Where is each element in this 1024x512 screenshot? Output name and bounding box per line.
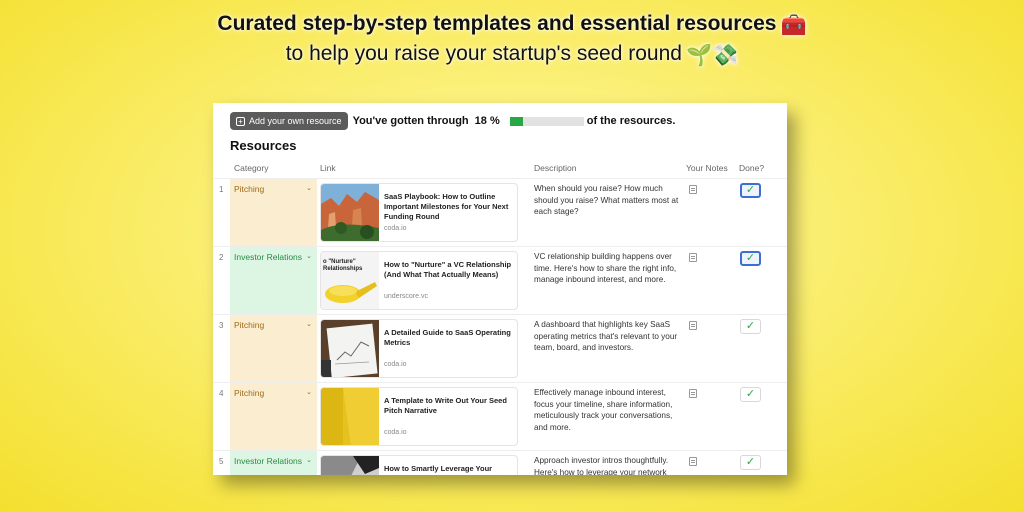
link-card[interactable]: o "Nurture" Relationships How to "Nurtur… <box>320 251 518 310</box>
column-header-description[interactable]: Description <box>534 163 577 173</box>
link-title: SaaS Playbook: How to Outline Important … <box>384 192 509 221</box>
link-thumbnail: o "Nurture" Relationships <box>321 252 379 309</box>
svg-text:Relationships: Relationships <box>323 266 363 272</box>
subheadline-text: to help you raise your startup's seed ro… <box>285 42 682 65</box>
done-checkbox[interactable]: ✓ <box>740 387 761 402</box>
link-card[interactable]: How to Smartly Leverage Your <box>320 455 518 475</box>
notes-icon[interactable] <box>689 389 697 398</box>
section-title: Resources <box>230 138 297 153</box>
link-host: coda.io <box>384 361 407 368</box>
category-select[interactable]: Pitching ⌄ <box>230 315 317 383</box>
notes-icon[interactable] <box>689 457 697 466</box>
table-row: 5 Investor Relations ⌄ How to Smartly Le… <box>213 450 787 475</box>
link-card[interactable]: SaaS Playbook: How to Outline Important … <box>320 183 518 242</box>
add-resource-button[interactable]: + Add your own resource <box>230 112 348 130</box>
table-row: 2 Investor Relations ⌄ o "Nurture" Relat… <box>213 246 787 315</box>
column-header-link[interactable]: Link <box>320 163 336 173</box>
link-card[interactable]: A Detailed Guide to SaaS Operating Metri… <box>320 319 518 378</box>
link-card[interactable]: A Template to Write Out Your Seed Pitch … <box>320 387 518 446</box>
subheadline: to help you raise your startup's seed ro… <box>0 42 1024 68</box>
link-thumbnail <box>321 320 379 377</box>
progress-bar <box>509 116 584 126</box>
link-host: coda.io <box>384 429 407 436</box>
description-cell: A dashboard that highlights key SaaS ope… <box>534 320 678 352</box>
category-label: Investor Relations <box>234 456 303 466</box>
done-checkbox[interactable]: ✓ <box>740 251 761 266</box>
row-number: 5 <box>219 457 224 466</box>
plus-icon: + <box>236 116 245 126</box>
chevron-down-icon: ⌄ <box>306 389 312 396</box>
link-host: coda.io <box>384 225 407 232</box>
row-number: 2 <box>219 253 224 262</box>
link-title: A Template to Write Out Your Seed Pitch … <box>384 396 507 415</box>
row-number: 3 <box>219 321 224 330</box>
chevron-down-icon: ⌄ <box>306 185 312 192</box>
notes-icon[interactable] <box>689 253 697 262</box>
done-checkbox[interactable]: ✓ <box>740 455 761 470</box>
add-resource-label: Add your own resource <box>249 116 342 126</box>
description-cell: Effectively manage inbound interest, foc… <box>534 388 673 432</box>
link-title: How to "Nurture" a VC Relationship (And … <box>384 260 512 279</box>
description-cell: Approach investor intros thoughtfully. H… <box>534 456 669 475</box>
svg-text:o "Nurture": o "Nurture" <box>323 259 356 265</box>
column-header-notes[interactable]: Your Notes <box>686 163 728 173</box>
link-host: underscore.vc <box>384 293 428 300</box>
notes-icon[interactable] <box>689 321 697 330</box>
row-number: 4 <box>219 389 224 398</box>
category-select[interactable]: Investor Relations ⌄ <box>230 247 317 315</box>
chevron-down-icon: ⌄ <box>306 253 312 260</box>
resources-doc: + Add your own resource You've gotten th… <box>213 103 787 475</box>
description-cell: When should you raise? How much should y… <box>534 184 679 216</box>
progress-bar-fill <box>509 116 524 126</box>
category-label: Pitching <box>234 388 265 398</box>
link-thumbnail <box>321 456 379 475</box>
progress-prefix: You've gotten through <box>352 115 469 127</box>
column-header-done[interactable]: Done? <box>739 163 764 173</box>
link-thumbnail <box>321 184 379 241</box>
notes-icon[interactable] <box>689 185 697 194</box>
headline: Curated step-by-step templates and essen… <box>0 12 1024 38</box>
chevron-down-icon: ⌄ <box>306 457 312 464</box>
category-select[interactable]: Investor Relations ⌄ <box>230 451 317 475</box>
money-icon: 💸 <box>712 44 739 67</box>
seedling-icon: 🌱 <box>685 44 713 67</box>
category-select[interactable]: Pitching ⌄ <box>230 179 317 247</box>
table-row: 3 Pitching ⌄ A Detailed Guide to SaaS Op… <box>213 314 787 383</box>
toolbox-icon: 🧰 <box>780 14 807 37</box>
description-cell: VC relationship building happens over ti… <box>534 252 677 284</box>
progress-suffix: of the resources. <box>586 115 676 127</box>
category-label: Investor Relations <box>234 252 303 262</box>
category-select[interactable]: Pitching ⌄ <box>230 383 317 451</box>
column-header-category[interactable]: Category <box>234 163 269 173</box>
chevron-down-icon: ⌄ <box>306 321 312 328</box>
progress-value: 18 % <box>474 115 500 127</box>
headline-text: Curated step-by-step templates and essen… <box>217 12 777 35</box>
row-number: 1 <box>219 185 224 194</box>
category-label: Pitching <box>234 184 265 194</box>
done-checkbox[interactable]: ✓ <box>740 319 761 334</box>
link-title: How to Smartly Leverage Your <box>384 464 493 473</box>
table-row: 4 Pitching ⌄ A Template to Write Out You… <box>213 382 787 451</box>
progress-summary: You've gotten through 18 % of the resour… <box>353 115 676 127</box>
table-row: 1 Pitching ⌄ SaaS Playbook: How to Outli… <box>213 178 787 247</box>
category-label: Pitching <box>234 320 265 330</box>
link-thumbnail <box>321 388 379 445</box>
done-checkbox[interactable]: ✓ <box>740 183 761 198</box>
link-title: A Detailed Guide to SaaS Operating Metri… <box>384 328 511 347</box>
toolbar: + Add your own resource You've gotten th… <box>230 112 675 130</box>
